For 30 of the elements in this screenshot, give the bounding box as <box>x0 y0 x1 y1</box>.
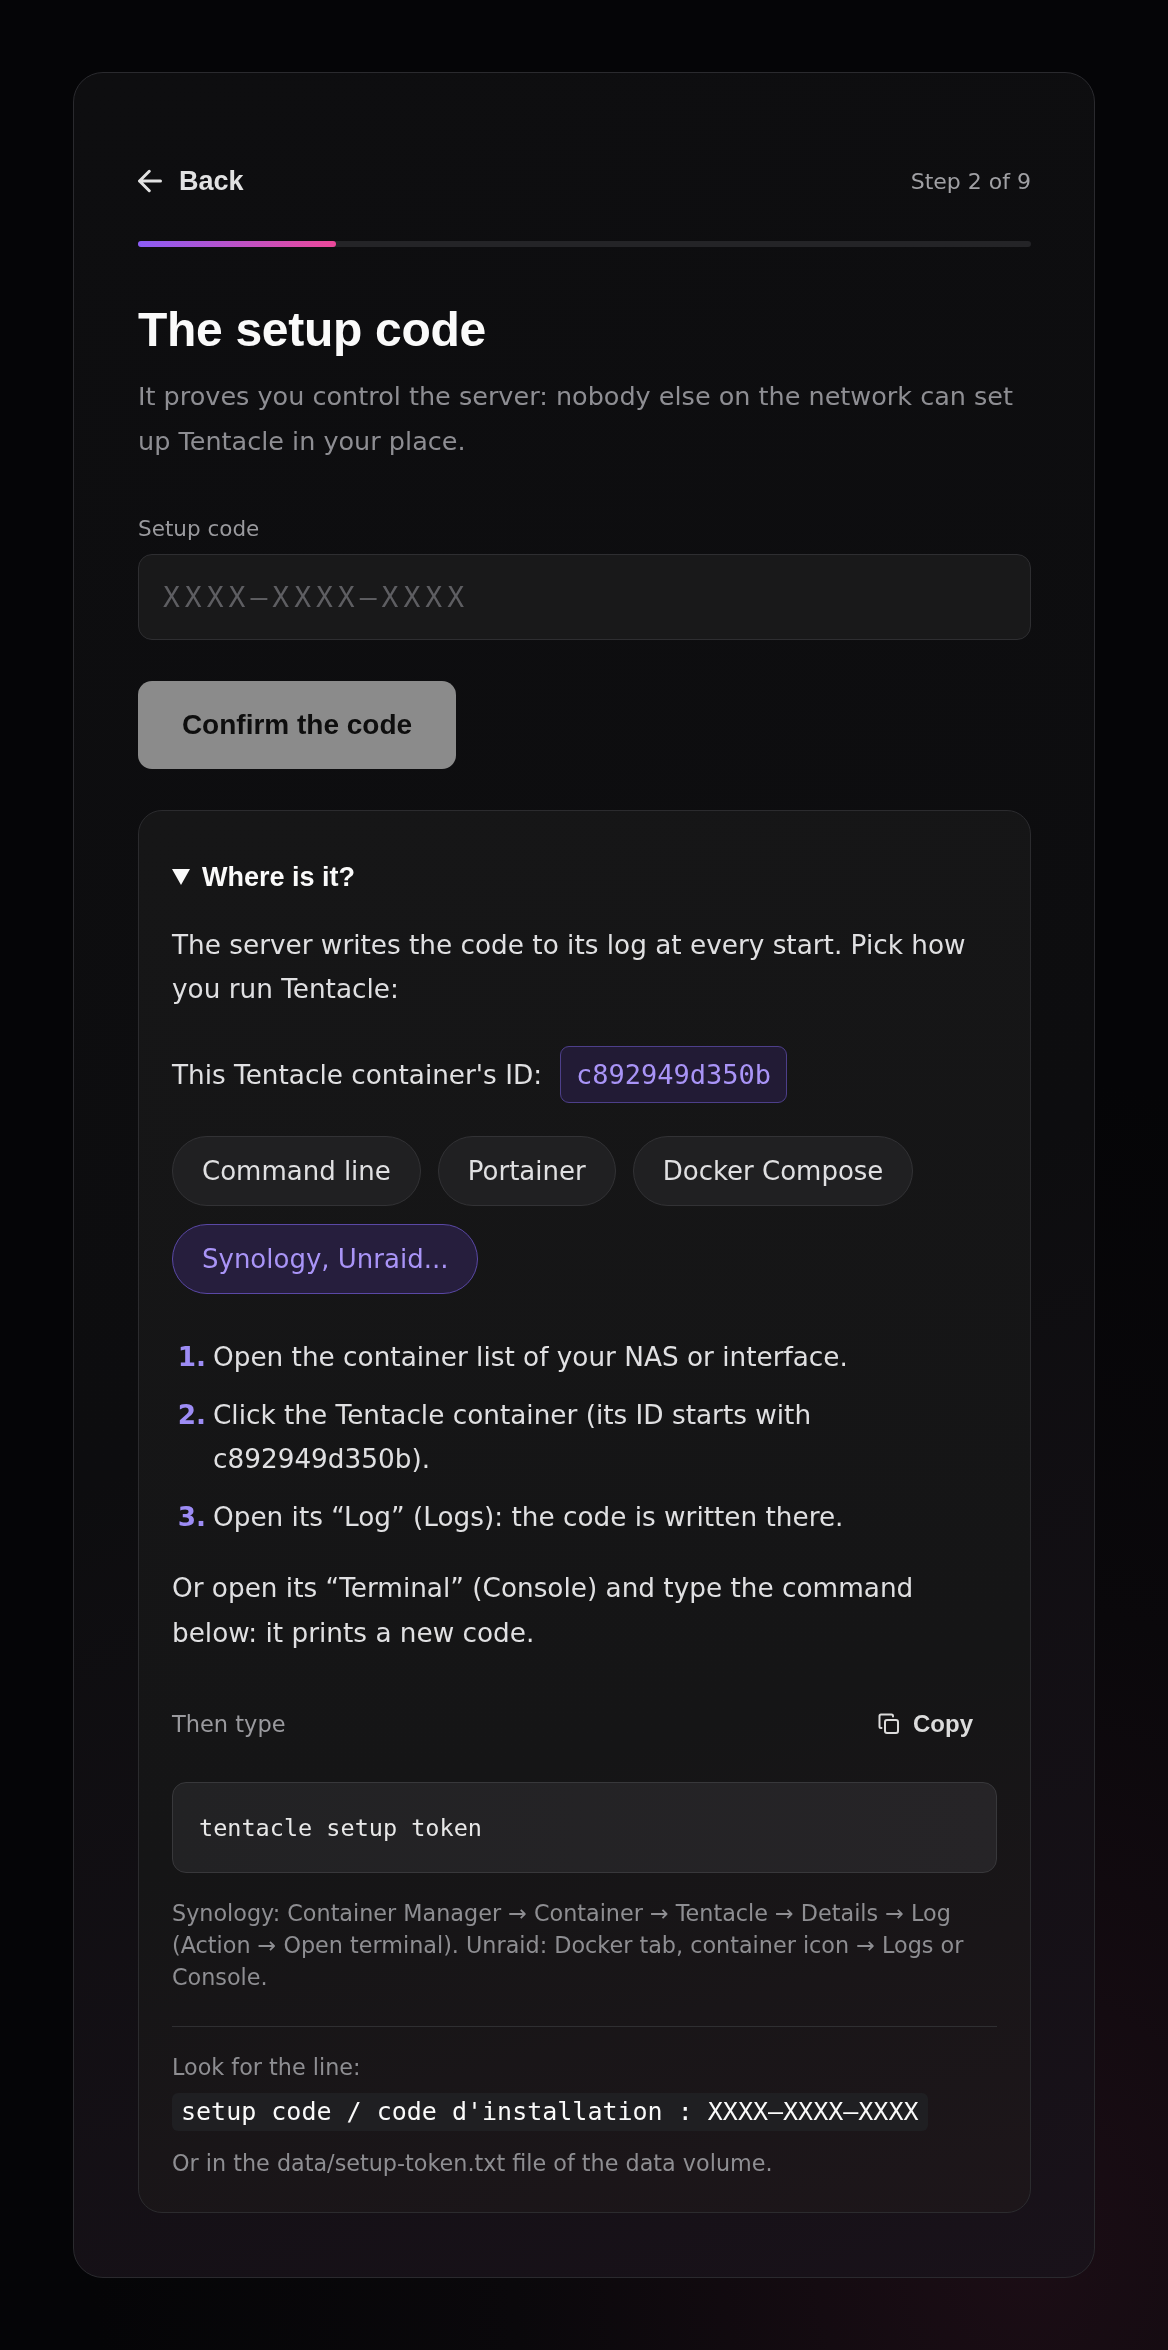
step-number: 3. <box>176 1501 206 1534</box>
step-counter: Step 2 of 9 <box>910 168 1031 194</box>
step-number: 2. <box>176 1399 206 1432</box>
page-title: The setup code <box>138 302 487 357</box>
step-text: Open its “Log” (Logs): the code is written there. <box>213 1501 845 1534</box>
option-chip[interactable]: Docker Compose <box>632 1136 914 1206</box>
file-hint: Or in the data/setup-token.txt file of the data volume. <box>172 2149 774 2178</box>
page-subtitle: It proves you control the server: nobody else on the network can set up Tentacle in your place. <box>138 380 1015 458</box>
container-id-badge: c892949d350b <box>560 1046 788 1103</box>
left-arrow-icon <box>138 169 162 193</box>
log-line-label: Look for the line: <box>172 2053 362 2082</box>
back-button[interactable]: Back <box>138 165 244 197</box>
command-code-block: tentacle setup token <box>172 1782 997 1873</box>
copy-icon <box>877 1712 901 1736</box>
option-chip[interactable]: Command line <box>172 1136 421 1206</box>
details-toggle[interactable]: Where is it? <box>172 859 356 895</box>
setup-code-input[interactable]: XXXX–XXXX–XXXX <box>138 554 1031 640</box>
option-chip[interactable]: Portainer <box>437 1136 616 1206</box>
nas-instructions: Synology: Container Manager → Container → Tentacle → Details → Log (Action → Open terminal). Unraid: Docker tab, container icon → Logs or Console. <box>172 1899 965 1992</box>
step-text: Open the container list of your NAS or interface. <box>213 1341 849 1374</box>
container-id-label: This Tentacle container's ID: <box>172 1058 543 1092</box>
option-chip[interactable]: Synology, Unraid... <box>172 1224 479 1294</box>
log-line-code: setup code / code d'installation : XXXX–XXXX–XXXX <box>172 2093 928 2131</box>
terminal-hint: Or open its “Terminal” (Console) and type the command below: it prints a new code. <box>172 1572 915 1650</box>
step-text: Click the Tentacle container (its ID starts with c892949d350b). <box>213 1399 813 1476</box>
step-number: 1. <box>176 1341 206 1374</box>
copy-button[interactable]: Copy <box>867 1706 983 1742</box>
setup-code-label: Setup code <box>138 515 261 543</box>
help-intro: The server writes the code to its log at every start. Pick how you run Tentacle: <box>172 929 967 1006</box>
command-label: Then type <box>172 1711 286 1737</box>
